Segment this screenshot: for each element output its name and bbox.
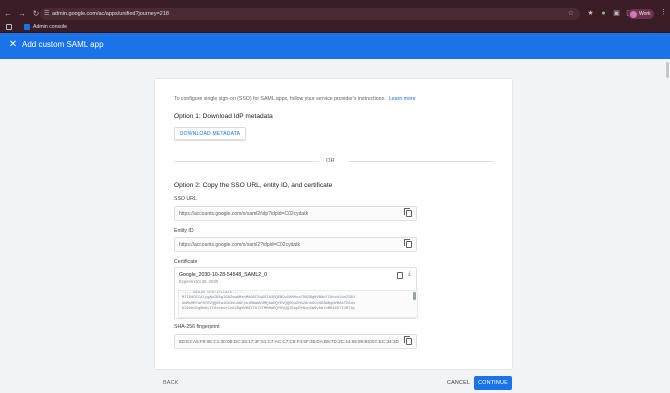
bookmarks-bar: Admin console — [0, 21, 670, 33]
downloads-icon[interactable]: ★ — [586, 8, 595, 19]
or-separator: OR — [326, 158, 335, 164]
certificate-scrollbar[interactable] — [413, 292, 416, 300]
puzzle-icon[interactable]: ▣ — [612, 8, 621, 19]
page-scrollbar-thumb[interactable] — [666, 62, 669, 78]
sso-url-field[interactable]: https://accounts.google.com/o/saml2/idp?… — [174, 206, 417, 221]
certificate-panel: Google_2030-10-28-54548_SAML2_0 Expires … — [174, 267, 418, 319]
saml-details-card: To configure single sign-on (SSO) for SA… — [155, 79, 512, 369]
back-button[interactable]: BACK — [163, 380, 178, 386]
page-scrollbar[interactable] — [665, 59, 670, 393]
extension-icon[interactable]: ● — [599, 8, 608, 19]
copy-icon[interactable] — [404, 239, 412, 248]
menu-icon[interactable]: ⋮ — [660, 8, 667, 16]
apps-icon[interactable] — [6, 24, 12, 30]
copy-icon[interactable] — [397, 272, 403, 279]
address-url[interactable]: admin.google.com/ac/apps/unified?journey… — [52, 11, 169, 17]
bookmark-label: Admin console — [33, 23, 68, 30]
certificate-name: Google_2030-10-28-54548_SAML2_0 — [179, 272, 267, 278]
fingerprint-label: SHA-256 fingerprint — [174, 324, 220, 330]
site-info-icon[interactable]: ☰ — [44, 10, 49, 17]
forward-arrow-icon[interactable]: → — [16, 8, 28, 20]
certificate-line: b29nbGUgRm9yIFdvcmsxCzAJBgNVBAYTAlVTMRMw… — [182, 307, 356, 312]
profile-label: Work — [639, 11, 651, 17]
entity-id-field[interactable]: https://accounts.google.com/o/saml2?idpi… — [174, 237, 417, 252]
download-icon[interactable]: ⤓ — [408, 271, 411, 278]
certificate-label: Certificate — [174, 259, 198, 265]
fingerprint-value[interactable]: 8D:E2:A5:F9:0E:C1:30:0B:DC:25:17:3F:51:C… — [179, 339, 399, 344]
app-header: ✕ Add custom SAML app — [0, 33, 670, 59]
back-arrow-icon[interactable]: ← — [2, 8, 14, 20]
bookmark-star-icon[interactable]: ☆ — [568, 9, 574, 17]
download-metadata-button[interactable]: DOWNLOAD METADATA — [174, 127, 246, 140]
avatar — [630, 10, 637, 18]
fingerprint-field[interactable]: 8D:E2:A5:F9:0E:C1:30:0B:DC:25:17:3F:51:C… — [174, 334, 417, 349]
browser-tab-strip — [0, 0, 670, 7]
copy-icon[interactable] — [404, 336, 412, 345]
bookmark-admin-console[interactable]: Admin console — [24, 23, 68, 30]
sso-url-value[interactable]: https://accounts.google.com/o/saml2/idp?… — [179, 211, 308, 217]
intro-sentence: To configure single sign-on (SSO) for SA… — [174, 96, 386, 102]
profile-chip[interactable]: Work — [628, 9, 654, 19]
entity-id-label: Entity ID — [174, 228, 194, 234]
option2-heading: Option 2: Copy the SSO URL, entity ID, a… — [174, 182, 333, 189]
certificate-expiry: Expires Oct 28, 2030 — [179, 279, 219, 284]
sso-url-label: SSO URL — [174, 196, 197, 202]
divider-left — [174, 161, 319, 162]
option1-heading: Option 1: Download IdP metadata — [174, 113, 273, 120]
copy-icon[interactable] — [404, 208, 412, 217]
entity-id-value[interactable]: https://accounts.google.com/o/saml2?idpi… — [179, 242, 300, 248]
browser-toolbar: ← → ↻ ☰ admin.google.com/ac/apps/unified… — [0, 7, 670, 21]
divider-right — [349, 161, 494, 162]
admin-console-favicon-icon — [24, 23, 30, 30]
intro-text: To configure single sign-on (SSO) for SA… — [174, 96, 416, 102]
cancel-button[interactable]: CANCEL — [447, 380, 470, 386]
close-icon[interactable]: ✕ — [7, 39, 19, 51]
certificate-textarea[interactable]: -----BEGIN CERTIFICATE----- MIIDdDCCAlyg… — [178, 290, 418, 318]
page-title: Add custom SAML app — [22, 40, 104, 49]
learn-more-link[interactable]: Learn more — [389, 96, 416, 102]
continue-button[interactable]: CONTINUE — [474, 376, 512, 390]
address-bar[interactable]: ☰ admin.google.com/ac/apps/unified?journ… — [40, 8, 580, 20]
